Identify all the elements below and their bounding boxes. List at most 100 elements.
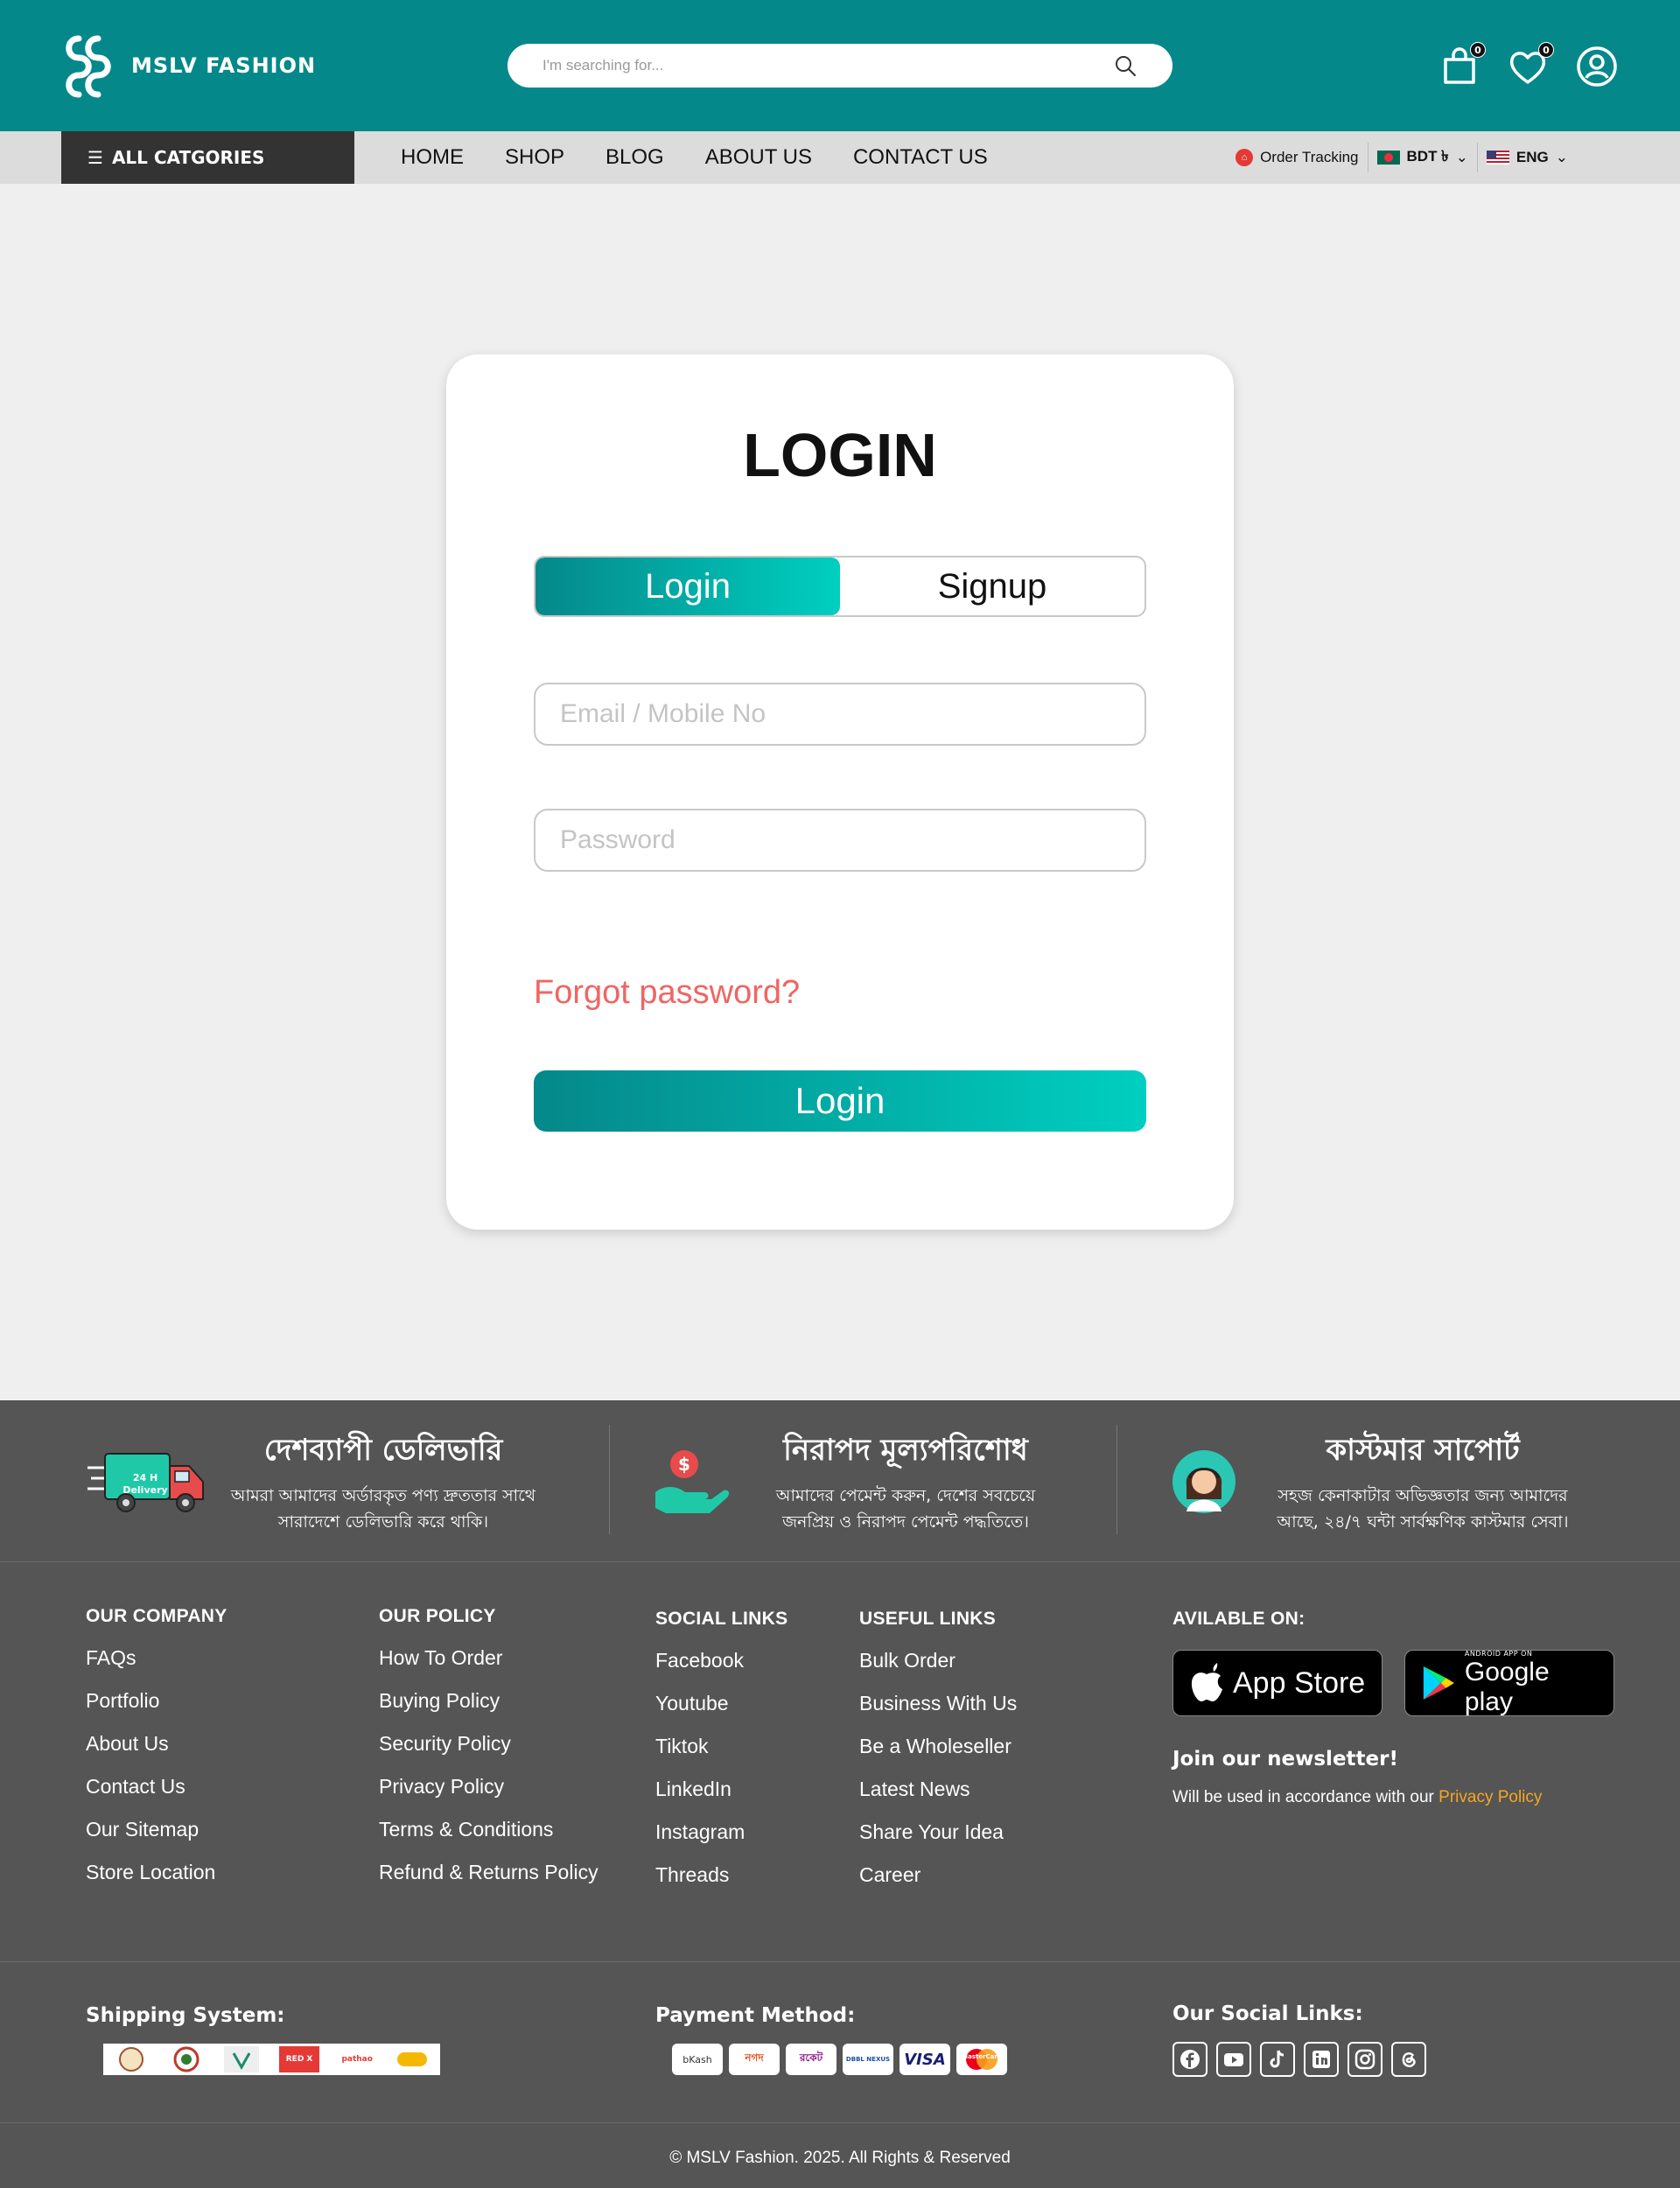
- payment-logo-bkash: bKash: [672, 2044, 723, 2075]
- tab-login[interactable]: Login: [536, 558, 840, 615]
- privacy-policy-link[interactable]: Privacy Policy: [1438, 1788, 1542, 1806]
- account-button[interactable]: [1576, 46, 1618, 88]
- footer-link-about-us[interactable]: About Us: [86, 1732, 169, 1755]
- shipping-logo-redx: RED X: [279, 2046, 320, 2072]
- nav-shop[interactable]: SHOP: [505, 145, 564, 170]
- shipping-logo: [169, 2046, 204, 2072]
- language-selector[interactable]: ENG ⌄: [1486, 149, 1568, 166]
- nav-home[interactable]: HOME: [401, 145, 464, 170]
- google-play-caption: ANDROID APP ON: [1464, 1649, 1533, 1658]
- footer-link-store-location[interactable]: Store Location: [86, 1861, 215, 1883]
- app-store-label: App Store: [1233, 1666, 1366, 1700]
- social-icons: [1172, 2042, 1426, 2077]
- footer: OUR COMPANY FAQs Portfolio About Us Cont…: [0, 1562, 1680, 2188]
- youtube-icon[interactable]: [1216, 2042, 1251, 2077]
- footer-link-privacy-policy[interactable]: Privacy Policy: [379, 1775, 504, 1798]
- shipping-logo: [395, 2046, 430, 2072]
- footer-apps: AVILABLE ON:: [1172, 1609, 1305, 1649]
- shipping-title: Shipping System:: [86, 2004, 285, 2027]
- feature-title: কাস্টমার সাপোর্ট: [1326, 1433, 1520, 1468]
- footer-link-latest-news[interactable]: Latest News: [859, 1778, 970, 1800]
- tiktok-icon[interactable]: [1260, 2042, 1295, 2077]
- footer-heading: SOCIAL LINKS: [655, 1609, 788, 1629]
- footer-link-tiktok[interactable]: Tiktok: [655, 1735, 709, 1757]
- footer-link-share-idea[interactable]: Share Your Idea: [859, 1820, 1004, 1843]
- wishlist-button[interactable]: 0: [1507, 42, 1554, 88]
- feature-title: দেশব্যাপী ডেলিভারি: [263, 1433, 503, 1468]
- footer-link-terms[interactable]: Terms & Conditions: [379, 1818, 553, 1841]
- payment-logo-visa: VISA: [900, 2044, 950, 2075]
- order-tracking-link[interactable]: ⌂ Order Tracking: [1236, 149, 1359, 166]
- password-field[interactable]: [534, 809, 1146, 872]
- truck-label: 24 H Delivery: [122, 1472, 168, 1496]
- feature-support: কাস্টমার সাপোর্ট সহজ কেনাকাটার অভিজ্ঞতার…: [1171, 1427, 1598, 1536]
- apple-icon: [1191, 1663, 1222, 1701]
- order-tracking-label: Order Tracking: [1260, 149, 1359, 165]
- linkedin-icon[interactable]: [1304, 2042, 1339, 2077]
- footer-link-security-policy[interactable]: Security Policy: [379, 1732, 511, 1755]
- instagram-icon[interactable]: [1348, 2042, 1382, 2077]
- search-input[interactable]: [542, 57, 1113, 74]
- nav-about-us[interactable]: ABOUT US: [705, 145, 812, 170]
- feature-support-text: কাস্টমার সাপোর্ট সহজ কেনাকাটার অভিজ্ঞতার…: [1248, 1427, 1598, 1535]
- nav-blog[interactable]: BLOG: [606, 145, 664, 170]
- tab-signup[interactable]: Signup: [840, 558, 1144, 615]
- footer-link-bulk-order[interactable]: Bulk Order: [859, 1649, 956, 1672]
- footer-link-how-to-order[interactable]: How To Order: [379, 1646, 502, 1669]
- forgot-password-link[interactable]: Forgot password?: [534, 974, 800, 1012]
- feature-delivery: 24 H Delivery দেশব্যাপী ডেলিভারি আমরা আম…: [86, 1427, 567, 1536]
- cart-button[interactable]: 0: [1438, 42, 1486, 88]
- search-icon[interactable]: [1113, 53, 1138, 78]
- wishlist-count-badge: 0: [1538, 42, 1554, 58]
- nav-bar: ☰ ALL CATGORIES HOME SHOP BLOG ABOUT US …: [0, 131, 1680, 184]
- footer-link-wholeseller[interactable]: Be a Wholeseller: [859, 1735, 1012, 1757]
- footer-social: SOCIAL LINKS Facebook Youtube Tiktok Lin…: [655, 1609, 788, 1906]
- footer-link-business[interactable]: Business With Us: [859, 1692, 1017, 1715]
- feature-payment-text: নিরাপদ মূল্যপরিশোধ আমাদের পেমেন্ট করুন, …: [731, 1427, 1081, 1535]
- feature-desc-line1: আমাদের পেমেন্ট করুন, দেশের সবচেয়ে: [775, 1486, 1036, 1505]
- search-bar: [508, 44, 1172, 88]
- secure-payment-icon: $: [655, 1449, 730, 1513]
- divider: [0, 2122, 1680, 2123]
- email-field[interactable]: [534, 683, 1146, 746]
- features-strip: 24 H Delivery দেশব্যাপী ডেলিভারি আমরা আম…: [0, 1400, 1680, 1562]
- footer-link-sitemap[interactable]: Our Sitemap: [86, 1818, 199, 1841]
- brand-logo[interactable]: MSLV FASHION: [61, 32, 316, 100]
- footer-link-portfolio[interactable]: Portfolio: [86, 1689, 159, 1712]
- app-store-button[interactable]: App Store: [1172, 1650, 1382, 1716]
- footer-link-buying-policy[interactable]: Buying Policy: [379, 1689, 500, 1712]
- shipping-logo: [114, 2046, 149, 2072]
- google-play-label: Google play: [1464, 1657, 1550, 1716]
- footer-link-faqs[interactable]: FAQs: [86, 1646, 136, 1669]
- footer-link-refund-policy[interactable]: Refund & Returns Policy: [379, 1861, 598, 1883]
- copyright: © MSLV Fashion. 2025. All Rights & Reser…: [669, 2149, 1011, 2167]
- footer-link-contact-us[interactable]: Contact Us: [86, 1775, 186, 1798]
- menu-icon: ☰: [88, 147, 103, 168]
- currency-selector[interactable]: BDT ৳ ⌄: [1376, 145, 1468, 170]
- footer-link-career[interactable]: Career: [859, 1863, 920, 1886]
- footer-link-facebook[interactable]: Facebook: [655, 1649, 744, 1672]
- brand-name: MSLV FASHION: [131, 53, 317, 78]
- all-categories-button[interactable]: ☰ ALL CATGORIES: [61, 131, 354, 184]
- footer-link-linkedin[interactable]: LinkedIn: [655, 1778, 732, 1800]
- newsletter-desc-text: Will be used in accordance with our: [1172, 1788, 1439, 1806]
- svg-text:$: $: [678, 1454, 690, 1475]
- footer-link-youtube[interactable]: Youtube: [655, 1692, 729, 1715]
- facebook-icon[interactable]: [1172, 2042, 1208, 2077]
- nav-contact-us[interactable]: CONTACT US: [853, 145, 988, 170]
- newsletter-title: Join our newsletter!: [1172, 1748, 1398, 1771]
- footer-heading: USEFUL LINKS: [859, 1609, 997, 1629]
- google-play-button[interactable]: ANDROID APP ON Google play: [1404, 1650, 1614, 1716]
- footer-link-threads[interactable]: Threads: [655, 1863, 729, 1886]
- logo-icon: [66, 35, 111, 98]
- payment-title: Payment Method:: [655, 2004, 856, 2027]
- feature-desc-line2: জনপ্রিয় ও নিরাপদ পেমেন্ট পদ্ধতিতে।: [782, 1512, 1029, 1532]
- threads-icon[interactable]: [1391, 2042, 1426, 2077]
- newsletter-desc: Will be used in accordance with our Priv…: [1172, 1788, 1542, 1807]
- login-button[interactable]: Login: [534, 1070, 1146, 1132]
- social-title: Our Social Links:: [1172, 2002, 1363, 2025]
- nav-utilities: ⌂ Order Tracking BDT ৳ ⌄ ENG ⌄: [1236, 131, 1568, 184]
- footer-company: OUR COMPANY FAQs Portfolio About Us Cont…: [86, 1606, 228, 1904]
- footer-link-instagram[interactable]: Instagram: [655, 1820, 745, 1843]
- login-card: LOGIN Login Signup Forgot password? Logi…: [446, 354, 1234, 1230]
